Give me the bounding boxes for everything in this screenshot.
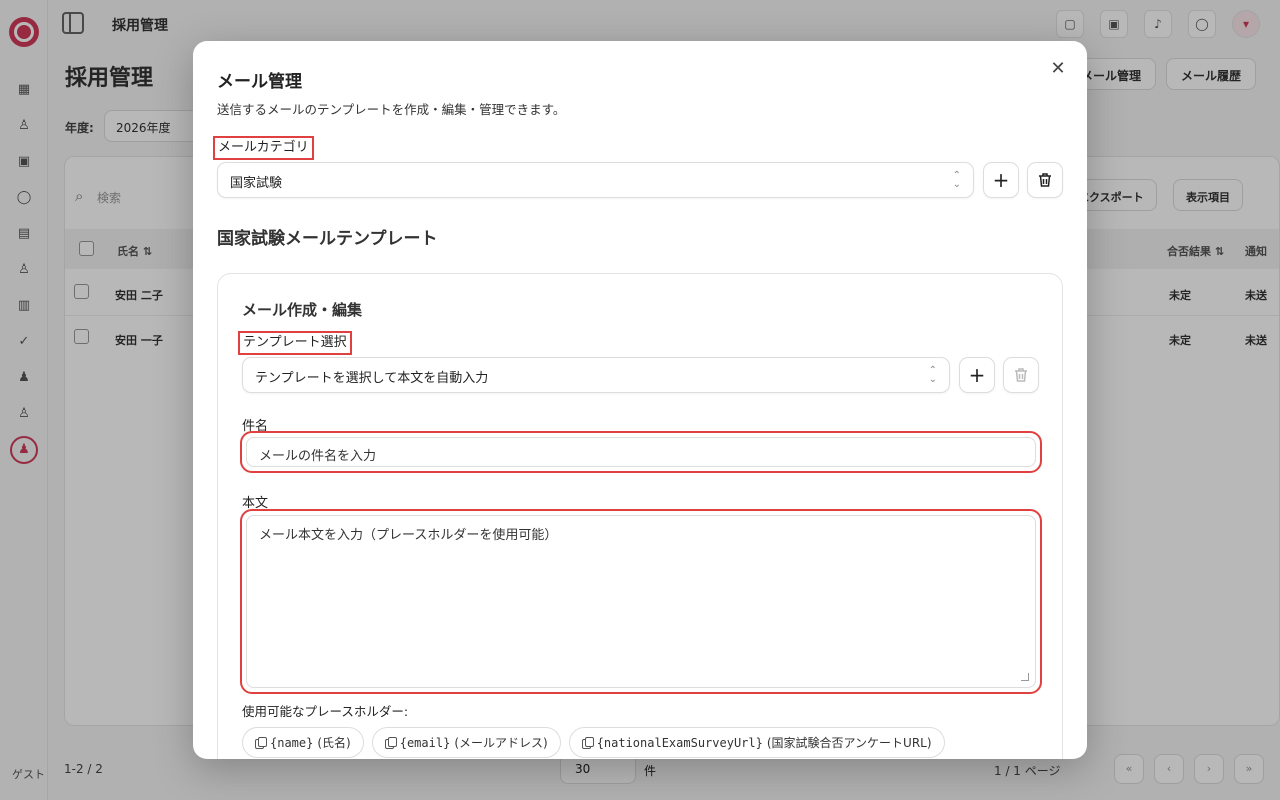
copy-icon — [384, 737, 397, 749]
category-label: メールカテゴリ — [213, 136, 314, 160]
placeholder-chip-email[interactable]: {email} (メールアドレス) — [371, 727, 561, 758]
template-select-label: テンプレート選択 — [238, 331, 352, 355]
plus-icon: + — [968, 363, 986, 387]
placeholders-label: 使用可能なプレースホルダー: — [242, 704, 409, 719]
chevron-updown-icon: ⌃ ⌄ — [952, 170, 961, 190]
placeholder-chip-survey-url[interactable]: {nationalExamSurveyUrl} (国家試験合否アンケートURL) — [568, 727, 945, 758]
subject-input-highlight: メールの件名を入力 — [240, 431, 1042, 473]
copy-icon — [255, 737, 267, 749]
close-icon[interactable]: ✕ — [1047, 58, 1069, 80]
body-input-highlight: メール本文を入力（プレースホルダーを使用可能） — [240, 509, 1042, 694]
modal-title: メール管理 — [217, 72, 302, 92]
delete-template-button[interactable] — [1003, 357, 1039, 393]
body-placeholder: メール本文を入力（プレースホルダーを使用可能） — [259, 528, 558, 543]
subject-input[interactable]: メールの件名を入力 — [246, 437, 1036, 467]
mail-management-modal: ✕ メール管理 送信するメールのテンプレートを作成・編集・管理できます。 メール… — [193, 41, 1087, 759]
editor-title: メール作成・編集 — [242, 301, 363, 319]
add-category-button[interactable]: + — [983, 162, 1019, 198]
add-template-button[interactable]: + — [959, 357, 995, 393]
trash-icon — [1039, 173, 1051, 187]
body-textarea[interactable]: メール本文を入力（プレースホルダーを使用可能） — [246, 515, 1036, 688]
category-value: 国家試験 — [230, 176, 283, 191]
placeholder-chip-name[interactable]: {name} (氏名) — [242, 727, 364, 758]
resize-handle-icon[interactable] — [1021, 673, 1029, 681]
trash-icon — [1015, 368, 1027, 382]
template-select-placeholder: テンプレートを選択して本文を自動入力 — [255, 371, 489, 386]
chevron-updown-icon: ⌃ ⌄ — [928, 365, 937, 385]
section-title: 国家試験メールテンプレート — [217, 229, 438, 249]
plus-icon: + — [992, 168, 1010, 192]
delete-category-button[interactable] — [1027, 162, 1063, 198]
template-select[interactable]: テンプレートを選択して本文を自動入力 ⌃ ⌄ — [242, 357, 950, 393]
editor-card: メール作成・編集 テンプレート選択 テンプレートを選択して本文を自動入力 ⌃ ⌄ … — [217, 273, 1063, 759]
modal-description: 送信するメールのテンプレートを作成・編集・管理できます。 — [217, 102, 566, 117]
copy-icon — [581, 737, 594, 749]
placeholder-chips: {name} (氏名) {email} (メールアドレス) {nationalE… — [242, 727, 945, 758]
category-select[interactable]: 国家試験 ⌃ ⌄ — [217, 162, 974, 198]
